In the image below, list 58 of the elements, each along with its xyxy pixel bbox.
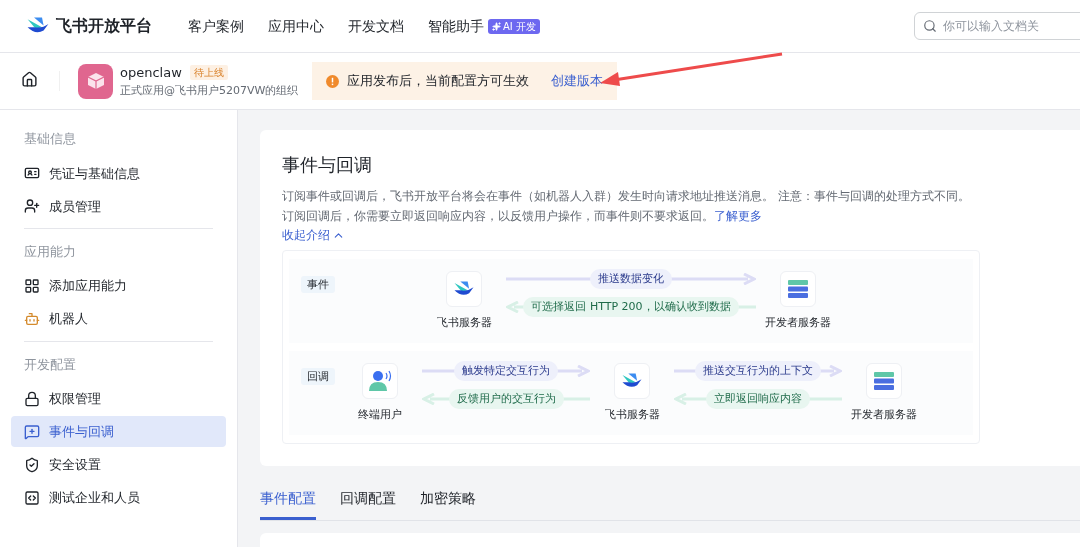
page-title: 事件与回调 (282, 154, 373, 177)
flow-label: 立即返回响应内容 (706, 388, 811, 409)
row-tag: 事件 (301, 276, 335, 294)
description: 订阅事件或回调后，飞书开放平台将会在事件（如机器人入群）发生时向请求地址推送消息。 注意：事件与回调的处理方式不同。订阅回调后，你需要立即返回响应内容，以反馈用户操作，而事件则不要求返回。了解更多 (282, 188, 971, 226)
learn-more-link[interactable]: 了解更多 (714, 209, 762, 224)
section-title: 基础信息 (24, 130, 77, 148)
server-icon (873, 371, 896, 392)
app-name: openclaw (120, 64, 182, 82)
sidebar-item[interactable]: 成员管理 (11, 190, 226, 222)
search-field[interactable]: 你可以输入文档关 (914, 12, 1080, 40)
section-title: 应用能力 (24, 242, 77, 261)
nav-link[interactable]: 应用中心 (268, 15, 324, 37)
flow-label: 推送交互行为的上下文 (695, 360, 822, 381)
nav-link[interactable]: 客户案例 (188, 15, 244, 37)
flow-label: 推送数据变化 (590, 268, 672, 289)
sidebar-item[interactable]: 添加应用能力 (11, 270, 226, 302)
sidebar-item[interactable]: 机器人 (11, 303, 226, 335)
sidebar-item[interactable]: 权限管理 (11, 383, 226, 415)
user-plus-icon (24, 198, 40, 215)
message-plus-icon (24, 423, 40, 440)
row-tag: 回调 (301, 368, 335, 386)
collapse-link[interactable]: 收起介绍 (282, 226, 345, 245)
ai-badge: AI 开发 (488, 18, 540, 34)
tab[interactable]: 事件配置 (260, 485, 316, 521)
node-label: 开发者服务器 (851, 407, 918, 424)
nav-link[interactable]: 智能助手 AI 开发 (428, 15, 540, 37)
warning-icon (326, 74, 340, 88)
status-tag: 待上线 (189, 65, 228, 81)
section-title: 开发配置 (24, 355, 77, 374)
node-label: 飞书服务器 (436, 315, 492, 332)
app-org: 正式应用@飞书用户5207VW的组织 (120, 82, 299, 99)
node-label: 终端用户 (358, 407, 403, 424)
tab[interactable]: 回调配置 (340, 485, 396, 521)
sidebar-item[interactable]: 凭证与基础信息 (11, 157, 226, 189)
nav-link[interactable]: 开发文档 (348, 15, 404, 37)
user-icon (368, 370, 393, 393)
robot-icon (24, 311, 40, 327)
notice-text: 应用发布后，当前配置方可生效 (347, 71, 530, 90)
flow-label: 反馈用户的交互行为 (448, 388, 564, 409)
server-icon (787, 279, 809, 300)
node-label: 开发者服务器 (765, 315, 831, 332)
tab[interactable]: 加密策略 (420, 485, 476, 521)
create-version-link[interactable]: 创建版本 (551, 71, 604, 91)
search-icon (923, 19, 937, 33)
shield-check-icon (24, 456, 40, 473)
app-icon (78, 63, 113, 99)
lock-icon (24, 390, 40, 407)
sidebar-item[interactable]: 安全设置 (11, 449, 226, 481)
sidebar-item[interactable]: 事件与回调 (11, 416, 226, 448)
grid-icon (24, 278, 40, 294)
node-label: 飞书服务器 (604, 407, 660, 424)
home-icon[interactable] (21, 71, 38, 88)
sparkle-icon (492, 21, 501, 31)
brand-name[interactable]: 飞书开放平台 (56, 14, 152, 38)
code-icon (24, 489, 40, 506)
sidebar-item[interactable]: 测试企业和人员 (11, 482, 226, 514)
flow-label: 触发特定交互行为 (454, 360, 559, 381)
flow-label: 可选择返回 HTTP 200，以确认收到数据 (523, 296, 739, 317)
